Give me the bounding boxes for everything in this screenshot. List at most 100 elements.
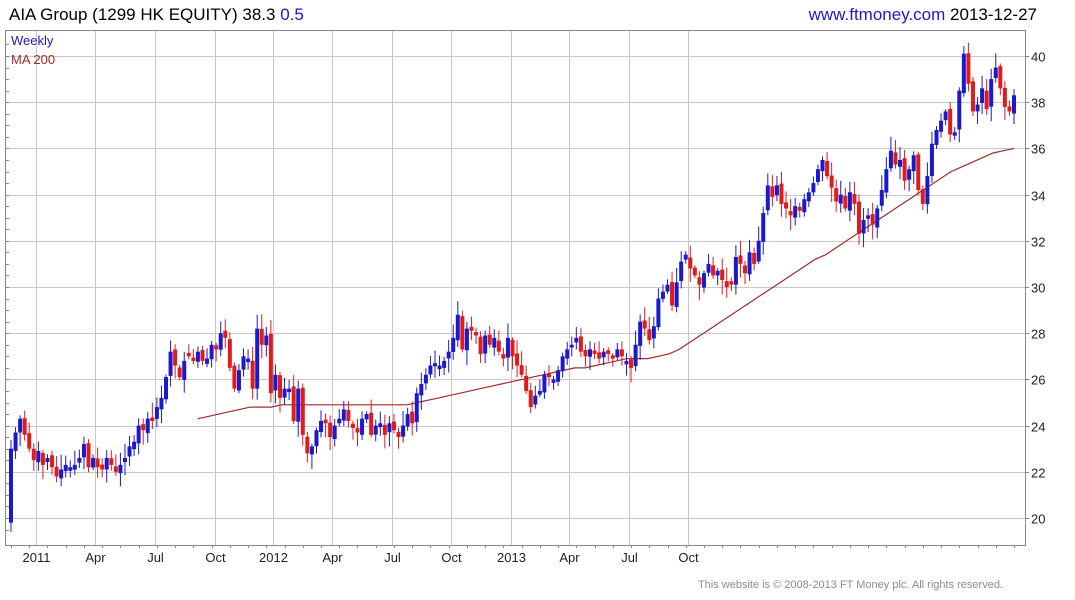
candle-body <box>984 90 989 110</box>
candle-body <box>939 120 944 132</box>
candle-body <box>505 337 510 358</box>
y-tick-label: 20 <box>1031 512 1045 527</box>
candle-body <box>437 365 442 370</box>
candle-body <box>948 108 953 135</box>
candle-body <box>355 428 360 433</box>
candle-body <box>36 451 41 463</box>
candle-body <box>305 436 310 454</box>
candle-body <box>100 464 105 470</box>
candle-body <box>314 430 319 447</box>
candle-body <box>920 189 925 204</box>
x-tick-label: 2013 <box>497 550 526 565</box>
candle-body <box>200 350 205 361</box>
candle-body <box>788 211 793 216</box>
candle-body <box>629 359 634 368</box>
candle-body <box>13 432 18 451</box>
candle-body <box>1002 87 1007 107</box>
y-tick-label: 40 <box>1031 50 1045 65</box>
candle-body <box>191 357 196 361</box>
candle-body <box>282 388 287 398</box>
candle-body <box>205 358 210 364</box>
candle-body <box>879 189 884 206</box>
candle-body <box>369 412 374 435</box>
copyright-footer: This website is © 2008-2013 FT Money plc… <box>697 579 1003 591</box>
candle-body <box>118 464 123 474</box>
candle-body <box>633 344 638 367</box>
candle-body <box>132 441 137 450</box>
candle-body <box>884 169 889 193</box>
candle-body <box>72 464 77 470</box>
candle-body <box>601 351 606 358</box>
candle-body <box>346 409 351 421</box>
candle-body <box>519 365 524 375</box>
candle-body <box>173 349 178 366</box>
candle-body <box>492 337 497 348</box>
candle-body <box>665 284 670 292</box>
candle-body <box>929 143 934 177</box>
candle-body <box>907 169 912 180</box>
candle-body <box>405 414 410 427</box>
candle-body <box>902 158 907 181</box>
candle-body <box>866 215 871 219</box>
candle-body <box>501 354 506 359</box>
candle-body <box>610 355 615 359</box>
candle-body <box>729 281 734 285</box>
candle-body <box>642 320 647 329</box>
candle-body <box>537 390 542 395</box>
candle-body <box>469 326 474 331</box>
candle-body <box>870 214 875 225</box>
candle-body <box>738 255 743 264</box>
candle-body <box>309 446 314 455</box>
candle-body <box>542 374 547 393</box>
candle-body <box>957 90 962 130</box>
x-tick-label: Jul <box>147 550 164 565</box>
candle-body <box>177 367 182 378</box>
candle-body <box>615 349 620 358</box>
candle-body <box>770 186 775 197</box>
candle-body <box>624 360 629 365</box>
candle-body <box>619 349 624 357</box>
candle-body <box>50 455 55 468</box>
candle-body <box>45 457 50 463</box>
y-tick-label: 34 <box>1031 189 1045 204</box>
x-tick-label: Jul <box>384 550 401 565</box>
candle-body <box>752 252 757 264</box>
x-tick-label: Apr <box>559 550 580 565</box>
candle-body <box>164 377 169 400</box>
candle-body <box>168 351 173 376</box>
candle-body <box>647 329 652 341</box>
candle-body <box>483 335 488 354</box>
candle-body <box>259 328 264 345</box>
y-tick-label: 32 <box>1031 235 1045 250</box>
candle-body <box>373 425 378 435</box>
candle-body <box>966 53 971 84</box>
y-tick-label: 30 <box>1031 281 1045 296</box>
legend-weekly: Weekly <box>11 33 54 48</box>
candle-body <box>510 339 515 357</box>
candle-body <box>852 194 857 204</box>
candle-body <box>934 129 939 145</box>
candle-body <box>638 321 643 346</box>
candle-body <box>150 417 155 421</box>
candle-body <box>109 458 114 465</box>
candle-body <box>136 425 141 444</box>
candle-body <box>765 185 770 211</box>
y-tick-label: 26 <box>1031 373 1045 388</box>
candle-body <box>806 192 811 202</box>
candle-body <box>300 387 305 435</box>
candle-body <box>569 344 574 348</box>
candle-body <box>268 333 273 394</box>
x-tick-label: Apr <box>85 550 106 565</box>
candle-body <box>674 282 679 307</box>
candle-body <box>847 192 852 211</box>
candle-body <box>701 273 706 288</box>
candle-body <box>578 336 583 352</box>
candle-body <box>382 424 387 435</box>
candle-body <box>31 448 36 461</box>
candle-body <box>77 457 82 463</box>
candle-body <box>250 360 255 389</box>
candle-body <box>556 370 561 382</box>
candle-body <box>1012 95 1016 114</box>
candle-body <box>574 337 579 343</box>
candle-body <box>724 281 729 287</box>
